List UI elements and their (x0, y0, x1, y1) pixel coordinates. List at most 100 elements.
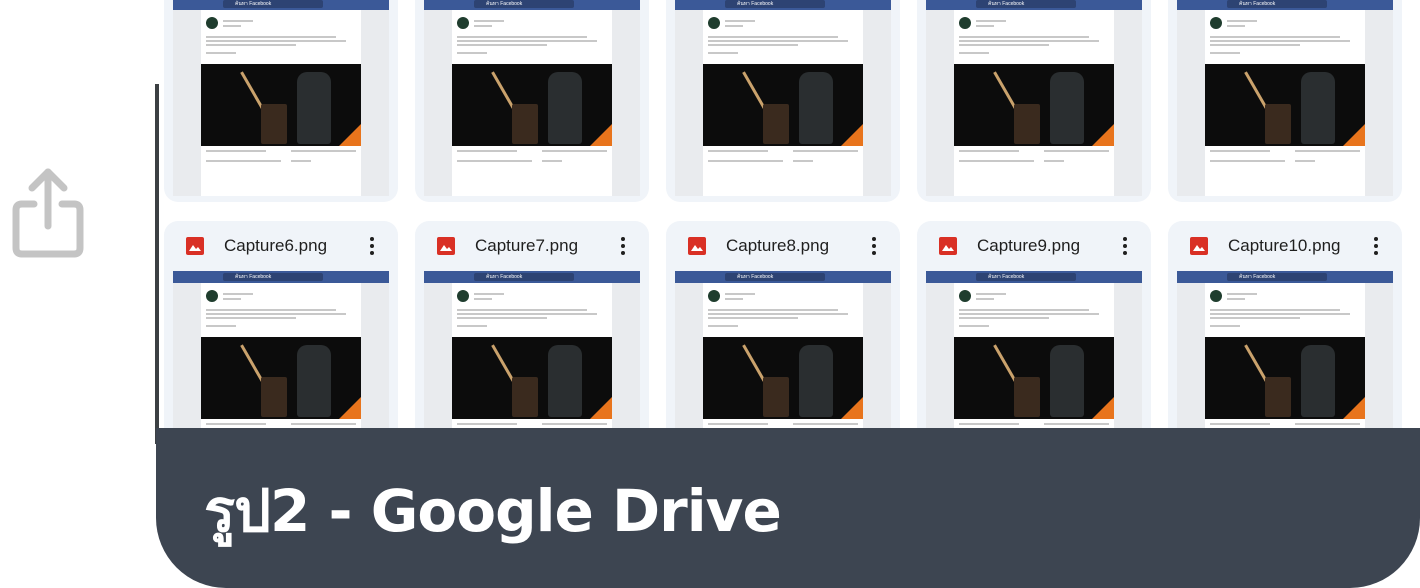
file-card[interactable]: Capture3.pngค้นหา Facebook (666, 0, 900, 202)
thumbnail-text-line (457, 160, 497, 162)
file-card-header: Capture6.png (164, 221, 398, 271)
thumbnail-text-line (994, 160, 1034, 162)
thumbnail-text-line (457, 325, 487, 327)
thumbnail-text-line (708, 317, 798, 319)
file-card[interactable]: Capture1.pngค้นหา Facebook (164, 0, 398, 202)
thumbnail-photo (201, 64, 361, 146)
thumbnail-text-line (241, 160, 281, 162)
thumbnail-facebook-bar: ค้นหา Facebook (675, 0, 891, 10)
thumbnail-text-line (206, 52, 236, 54)
thumbnail-text-line (976, 20, 1006, 22)
thumbnail-text-line (793, 423, 858, 425)
photo-logo (1092, 124, 1114, 146)
file-thumbnail[interactable]: ค้นหา Facebook (173, 271, 389, 430)
thumbnail-post (1205, 283, 1365, 430)
thumbnail-text-line (725, 298, 743, 300)
file-name: Capture6.png (224, 236, 328, 255)
thumbnail-text-line (542, 423, 607, 425)
thumbnail-text-line (1227, 298, 1245, 300)
thumbnail-facebook-bar: ค้นหา Facebook (926, 0, 1142, 10)
file-thumbnail[interactable]: ค้นหา Facebook (926, 0, 1142, 196)
thumbnail-avatar (206, 17, 218, 29)
share-icon[interactable] (10, 166, 86, 260)
thumbnail-text-line (959, 160, 999, 162)
thumbnail-post (201, 10, 361, 196)
photo-glass (763, 377, 789, 417)
file-card[interactable]: Capture4.pngค้นหา Facebook (917, 0, 1151, 202)
file-card[interactable]: Capture8.png ค้นหา Facebook (666, 221, 900, 430)
thumbnail-text-line (206, 423, 266, 425)
thumbnail-post (1205, 10, 1365, 196)
file-card[interactable]: Capture6.png ค้นหา Facebook (164, 221, 398, 430)
thumbnail-text-line (291, 160, 311, 162)
file-card-header: Capture7.png (415, 221, 649, 271)
thumbnail-text-line (976, 25, 994, 27)
thumbnail-post (452, 283, 612, 430)
thumbnail-text-line (474, 25, 492, 27)
thumbnail-text-line (1210, 160, 1250, 162)
thumbnail-text-line (223, 298, 241, 300)
more-options-icon[interactable] (611, 234, 635, 258)
thumbnail-post (954, 283, 1114, 430)
more-options-icon[interactable] (1113, 234, 1137, 258)
file-card[interactable]: Capture9.png ค้นหา Facebook (917, 221, 1151, 430)
file-thumbnail[interactable]: ค้นหา Facebook (675, 271, 891, 430)
file-thumbnail[interactable]: ค้นหา Facebook (926, 271, 1142, 430)
thumbnail-photo (703, 64, 863, 146)
file-thumbnail[interactable]: ค้นหา Facebook (173, 0, 389, 196)
thumbnail-text-line (206, 313, 346, 315)
thumbnail-avatar (206, 290, 218, 302)
thumbnail-text-line (1210, 423, 1270, 425)
more-options-icon[interactable] (360, 234, 384, 258)
file-card[interactable]: Capture2.pngค้นหา Facebook (415, 0, 649, 202)
thumbnail-text-line (1295, 423, 1360, 425)
more-options-icon[interactable] (1364, 234, 1388, 258)
thumbnail-text-line (743, 160, 783, 162)
file-thumbnail[interactable]: ค้นหา Facebook (1177, 271, 1393, 430)
photo-glass (1014, 104, 1040, 144)
thumbnail-text-line (708, 309, 838, 311)
thumbnail-text-line (1295, 150, 1360, 152)
photo-logo (1343, 397, 1365, 419)
thumbnail-text-line (1044, 150, 1109, 152)
photo-logo (339, 397, 361, 419)
photo-bottle (799, 72, 833, 144)
more-options-icon[interactable] (862, 234, 886, 258)
thumbnail-avatar (457, 290, 469, 302)
thumbnail-text-line (492, 160, 532, 162)
photo-bottle (1050, 72, 1084, 144)
thumbnail-text-line (725, 293, 755, 295)
thumbnail-text-line (708, 313, 848, 315)
thumbnail-text-line (1210, 36, 1340, 38)
photo-logo (590, 397, 612, 419)
file-thumbnail[interactable]: ค้นหา Facebook (1177, 0, 1393, 196)
file-card[interactable]: Capture10.png ค้นหา Facebook (1168, 221, 1402, 430)
thumbnail-post (954, 10, 1114, 196)
photo-bottle (1050, 345, 1084, 417)
thumbnail-text-line (457, 313, 597, 315)
file-card[interactable]: Capture5.pngค้นหา Facebook (1168, 0, 1402, 202)
photo-bottle (799, 345, 833, 417)
photo-glass (261, 104, 287, 144)
thumbnail-text-line (474, 293, 504, 295)
file-name: Capture9.png (977, 236, 1081, 255)
file-grid: Capture1.pngค้นหา FacebookCapture2.pngค้… (159, 0, 1420, 430)
thumbnail-text-line (1245, 160, 1285, 162)
thumbnail-search-text: ค้นหา Facebook (988, 274, 1025, 280)
file-thumbnail[interactable]: ค้นหา Facebook (424, 271, 640, 430)
photo-logo (1092, 397, 1114, 419)
thumbnail-text-line (206, 325, 236, 327)
thumbnail-facebook-bar: ค้นหา Facebook (173, 271, 389, 283)
photo-glass (512, 377, 538, 417)
photo-bottle (548, 72, 582, 144)
thumbnail-text-line (1210, 40, 1350, 42)
thumbnail-text-line (959, 52, 989, 54)
file-card[interactable]: Capture7.png ค้นหา Facebook (415, 221, 649, 430)
thumbnail-search-text: ค้นหา Facebook (486, 1, 523, 7)
thumbnail-facebook-bar: ค้นหา Facebook (173, 0, 389, 10)
file-thumbnail[interactable]: ค้นหา Facebook (424, 0, 640, 196)
thumbnail-text-line (725, 20, 755, 22)
thumbnail-avatar (1210, 290, 1222, 302)
file-thumbnail[interactable]: ค้นหา Facebook (675, 0, 891, 196)
thumbnail-photo (954, 337, 1114, 419)
